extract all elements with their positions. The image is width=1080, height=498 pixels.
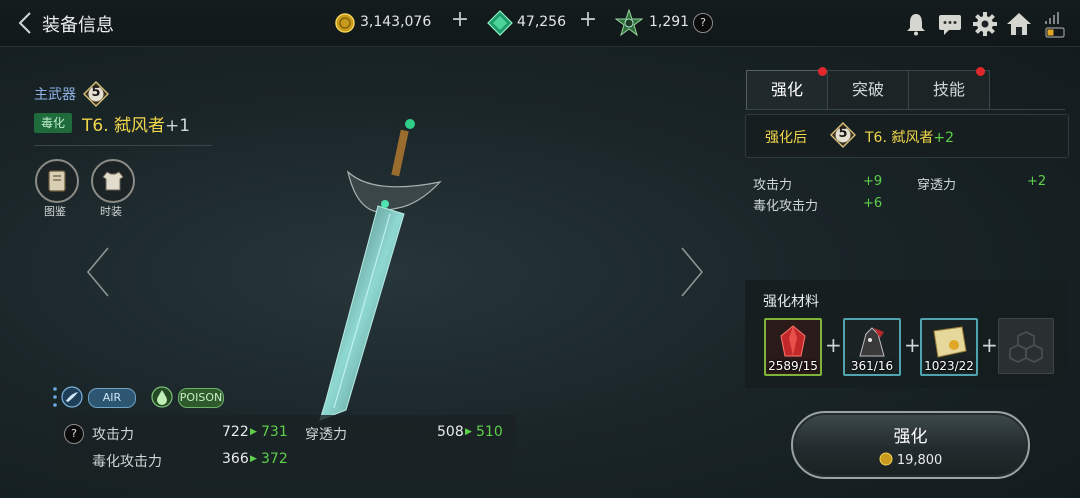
empty-cube-icon	[1009, 331, 1043, 363]
air-element-icon	[61, 386, 83, 408]
page-title: 装备信息	[42, 15, 114, 36]
tab-skill[interactable]: 技能	[908, 70, 990, 109]
armor-icon	[102, 171, 124, 191]
gold-scroll-icon	[933, 326, 967, 358]
material-count: 1023/22	[924, 359, 974, 373]
enhance-button[interactable]: 强化 19,800	[791, 411, 1030, 479]
pierce-current: 508	[437, 424, 464, 440]
attack-label: 攻击力	[92, 427, 134, 443]
after-name-text: T6. 弑风者	[865, 130, 934, 146]
bonus-poison-value: +6	[863, 196, 883, 211]
empty-material-slot[interactable]	[998, 318, 1054, 374]
tabs-divider	[745, 109, 1065, 110]
plus-sign: +	[825, 333, 842, 357]
weapon-type-label: 主武器	[34, 87, 76, 103]
book-icon	[48, 170, 66, 192]
weapon-name: T6. 弑风者+1	[82, 111, 190, 136]
notification-dot	[976, 67, 985, 76]
poison-element-icon	[151, 386, 173, 408]
after-plus: +2	[933, 130, 954, 146]
green-gem-icon	[487, 10, 513, 36]
divider	[34, 145, 212, 146]
bonus-pierce-label: 穿透力	[917, 178, 957, 193]
material-count: 361/16	[850, 359, 894, 373]
gold-coin-icon	[335, 13, 355, 33]
poison-element-badge: POISON	[178, 388, 224, 408]
collection-label: 图鉴	[44, 205, 66, 218]
back-arrow-icon[interactable]	[14, 10, 38, 36]
crystal-amount: 1,291	[649, 14, 690, 30]
enhance-cost: 19,800	[793, 452, 1028, 468]
more-dots-icon[interactable]	[53, 386, 57, 408]
element-tag: 毒化	[34, 113, 72, 133]
home-icon[interactable]	[1005, 10, 1033, 38]
materials-title: 强化材料	[763, 294, 819, 310]
weapon-name-text: T6. 弑风者	[82, 116, 166, 136]
poison-attack-current: 366	[222, 451, 249, 467]
level-badge-number: 5	[838, 126, 848, 141]
tab-breakthrough[interactable]: 突破	[827, 70, 909, 109]
currency-help-icon[interactable]: ?	[693, 13, 713, 33]
after-enhance-label: 强化后	[765, 130, 807, 146]
dark-beast-icon	[859, 327, 885, 357]
arrow-icon: ▶	[465, 427, 472, 437]
tab-enhance[interactable]: 强化	[746, 70, 828, 109]
enhance-button-label: 强化	[893, 427, 928, 447]
star-crystal-icon	[615, 9, 643, 37]
sword-image	[319, 119, 442, 421]
pierce-label: 穿透力	[305, 427, 347, 443]
add-gold-button[interactable]: +	[448, 7, 472, 32]
add-gem-button[interactable]: +	[576, 7, 600, 32]
fashion-button[interactable]	[91, 159, 135, 203]
bonus-attack-value: +9	[863, 174, 883, 189]
air-element-badge: AIR	[88, 388, 136, 408]
material-count: 2589/15	[768, 359, 818, 373]
poison-attack-next: 372	[261, 451, 288, 467]
next-arrow-icon[interactable]	[676, 246, 706, 298]
collection-button[interactable]	[35, 159, 79, 203]
after-enhance-name: T6. 弑风者+2	[865, 127, 954, 147]
fashion-label: 时装	[100, 205, 122, 218]
gear-icon[interactable]	[971, 10, 999, 38]
enhance-cost-value: 19,800	[896, 453, 943, 468]
arrow-icon: ▶	[250, 454, 257, 464]
bonus-attack-label: 攻击力	[753, 178, 793, 193]
red-crystal-icon	[780, 325, 806, 357]
bonus-poison-label: 毒化攻击力	[753, 199, 819, 214]
attack-current: 722	[222, 424, 249, 440]
signal-battery-icon	[1045, 12, 1065, 38]
gem-amount: 47,256	[517, 14, 566, 30]
gold-coin-icon	[879, 452, 893, 466]
plus-sign: +	[981, 333, 998, 357]
level-badge-number: 5	[91, 85, 101, 100]
material-slot[interactable]: 2589/15	[764, 318, 822, 376]
bonus-pierce-value: +2	[1027, 174, 1047, 189]
stats-help-icon[interactable]: ?	[64, 424, 84, 444]
arrow-icon: ▶	[250, 427, 257, 437]
attack-next: 731	[261, 424, 288, 440]
plus-sign: +	[904, 333, 921, 357]
pierce-next: 510	[476, 424, 503, 440]
notification-dot	[818, 67, 827, 76]
gold-amount: 3,143,076	[360, 14, 432, 30]
previous-arrow-icon[interactable]	[84, 246, 114, 298]
material-slot[interactable]: 361/16	[843, 318, 901, 376]
poison-attack-label: 毒化攻击力	[92, 454, 162, 470]
weapon-plus: +1	[165, 116, 191, 136]
material-slot[interactable]: 1023/22	[920, 318, 978, 376]
chat-icon[interactable]	[936, 10, 964, 38]
bell-icon[interactable]	[902, 10, 930, 38]
